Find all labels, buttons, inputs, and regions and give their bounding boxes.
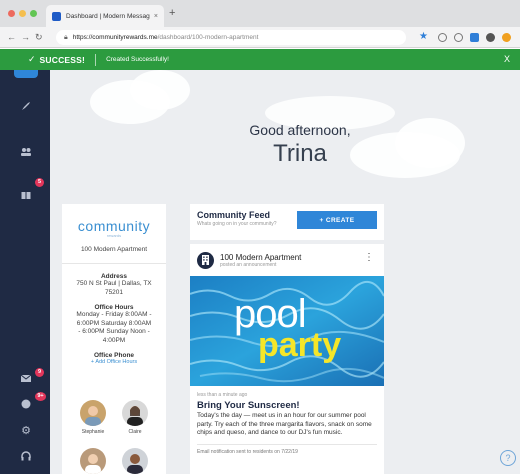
staff-name: Claire [128, 429, 142, 435]
post-timestamp: less than a minute ago [197, 392, 248, 398]
hours-label: Office Hours [94, 304, 134, 311]
feed-post: 100 Modern Apartment posted an announcem… [190, 244, 384, 474]
cloud-decoration [130, 70, 190, 110]
extension-icon[interactable] [438, 33, 447, 42]
hours-line: Monday - Friday 8:00AM - [76, 311, 152, 318]
help-button[interactable]: ? [500, 450, 516, 466]
hours-line: 4:00PM [102, 336, 126, 344]
create-button[interactable]: + CREATE [297, 211, 377, 229]
party-word: party [258, 326, 342, 364]
reload-icon[interactable]: ↻ [35, 31, 43, 43]
browser-tab[interactable]: Dashboard | Modern Message × [46, 5, 164, 27]
extension-icon[interactable] [486, 33, 495, 42]
post-author: 100 Modern Apartment [220, 253, 302, 262]
bookmark-star-icon[interactable]: ★ [419, 31, 428, 43]
hours-line: - 6:00PM Sunday Noon - [78, 328, 150, 335]
post-action: posted an announcement [220, 262, 277, 268]
feed-subtitle: Whats going on in your community? [197, 221, 277, 227]
community-logo: community [77, 218, 151, 234]
close-window-button[interactable] [8, 10, 15, 17]
address-line: 75201 [104, 288, 124, 296]
avatar[interactable] [80, 448, 106, 474]
favicon-icon [52, 11, 61, 21]
notifications-icon[interactable] [19, 398, 33, 412]
property-name: 100 Modern Apartment [62, 246, 166, 264]
hours-line: 6:00PM Saturday 8:00AM [76, 319, 152, 327]
address-section: Address 750 N St Paul | Dallas, TX 75201 [62, 273, 166, 297]
post-body: Today's the day — meet us in an hour for… [197, 412, 372, 436]
phone-label: Office Phone [93, 352, 135, 359]
zoom-window-button[interactable] [30, 10, 37, 17]
banner-title: SUCCESS! [39, 54, 86, 65]
new-tab-button[interactable]: + [169, 8, 175, 19]
forward-icon[interactable]: → [21, 31, 30, 43]
phone-section: Office Phone + Add Office Hours [62, 352, 166, 365]
greeting: Good afternoon, Trina [200, 122, 400, 168]
notifications-badge: 9+ [35, 392, 46, 401]
minimize-window-button[interactable] [19, 10, 26, 17]
url-text: https://communityrewards.me/dashboard/10… [72, 34, 259, 41]
gift-badge: 5 [35, 178, 44, 187]
avatar[interactable] [122, 400, 148, 426]
extension-icon[interactable] [470, 33, 479, 42]
sidebar-active-indicator [14, 70, 38, 78]
add-office-hours-link[interactable]: + Add Office Hours [62, 359, 166, 365]
extension-icon[interactable] [454, 33, 463, 42]
address-line: 750 N St Paul | Dallas, TX [76, 280, 152, 287]
banner-divider [95, 53, 97, 66]
browser-toolbar: ← → ↻ 🔒︎ https://communityrewards.me/das… [0, 27, 520, 48]
mail-icon[interactable] [19, 372, 33, 386]
main-content: Good afternoon, Trina community rewards … [50, 70, 520, 474]
gift-icon[interactable] [19, 188, 33, 202]
building-icon [197, 252, 214, 269]
tab-title: Dashboard | Modern Message [66, 12, 150, 20]
profile-icon[interactable] [502, 33, 511, 42]
greeting-line: Good afternoon, [249, 122, 351, 138]
community-feed-header: Community Feed Whats going on in your co… [190, 204, 384, 240]
back-icon[interactable]: ← [7, 31, 16, 43]
success-banner: ✓ SUCCESS! Created Successfully! X [0, 49, 520, 70]
lock-icon: 🔒︎ [64, 33, 68, 41]
staff-name: Stephanie [81, 429, 105, 435]
mail-badge: 9 [35, 368, 44, 377]
post-divider [197, 444, 377, 445]
users-icon[interactable] [19, 146, 33, 160]
greeting-name: Trina [273, 140, 327, 167]
headset-icon[interactable] [19, 450, 33, 464]
banner-close-icon[interactable]: X [504, 54, 510, 64]
feed-title: Community Feed [197, 210, 271, 220]
gear-icon[interactable]: ⚙ [19, 424, 33, 438]
more-options-icon[interactable]: ⋮ [364, 252, 374, 263]
banner-message: Created Successfully! [106, 56, 169, 63]
property-card: community rewards 100 Modern Apartment A… [62, 204, 166, 474]
avatar[interactable] [122, 448, 148, 474]
tab-strip: Dashboard | Modern Message × + [0, 0, 520, 27]
address-bar[interactable]: 🔒︎ https://communityrewards.me/dashboard… [56, 30, 406, 45]
post-notification: Email notification sent to residents on … [197, 449, 298, 455]
hours-section: Office Hours Monday - Friday 8:00AM - 6:… [62, 304, 166, 345]
post-image: pool party [190, 276, 384, 386]
rocket-icon[interactable] [19, 100, 33, 114]
avatar[interactable] [80, 400, 106, 426]
post-headline: Bring Your Sunscreen! [197, 400, 300, 411]
check-icon: ✓ [28, 54, 36, 64]
browser-window: Dashboard | Modern Message × + ← → ↻ 🔒︎ … [0, 0, 520, 474]
tab-close-icon[interactable]: × [154, 13, 158, 20]
cloud-decoration [395, 118, 465, 168]
address-label: Address [100, 273, 127, 280]
sidebar: 5 9 9+ ⚙ [0, 70, 50, 474]
